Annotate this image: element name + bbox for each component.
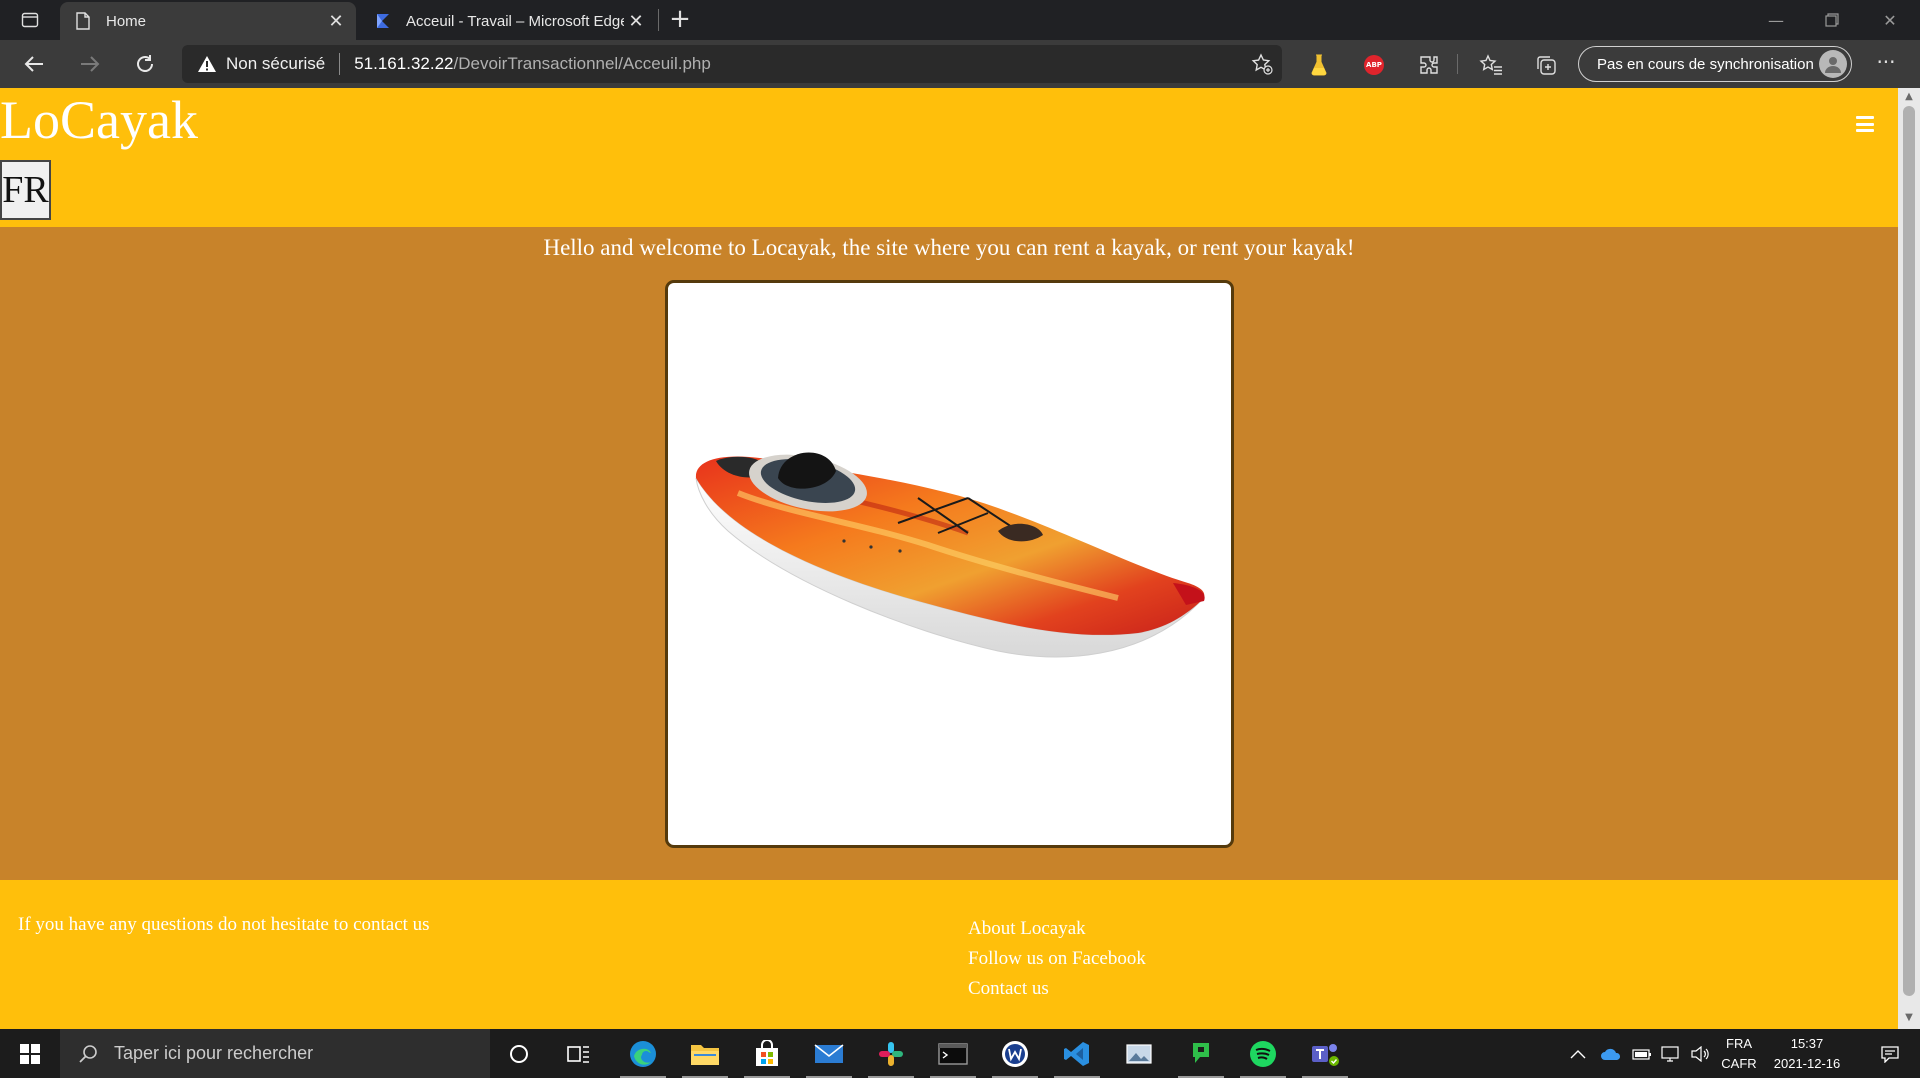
tab-divider xyxy=(658,9,659,31)
forward-button[interactable] xyxy=(72,48,108,80)
contact-link[interactable]: Contact us xyxy=(968,974,1146,1004)
close-tab-icon[interactable]: ✕ xyxy=(324,9,348,33)
scroll-down-icon[interactable]: ▼ xyxy=(1903,1012,1915,1024)
collections-icon[interactable] xyxy=(1533,52,1559,78)
search-placeholder: Taper ici pour rechercher xyxy=(114,1043,314,1063)
mail-icon[interactable] xyxy=(800,1029,858,1078)
tab-title: Acceuil - Travail – Microsoft Edge xyxy=(406,12,624,30)
volume-icon[interactable] xyxy=(1690,1029,1710,1078)
word-icon[interactable] xyxy=(986,1029,1044,1078)
profile-sync-button[interactable]: Pas en cours de synchronisation xyxy=(1578,46,1852,82)
kayak-illustration xyxy=(695,452,1205,658)
flask-icon[interactable] xyxy=(1306,52,1332,78)
edge-icon[interactable] xyxy=(614,1029,672,1078)
restore-icon[interactable] xyxy=(1804,0,1860,40)
address-bar[interactable]: Non sécurisé 51.161.32.22 /DevoirTransac… xyxy=(182,45,1282,83)
extensions-icon[interactable] xyxy=(1416,52,1442,78)
warning-icon[interactable] xyxy=(196,53,218,75)
site-logo[interactable]: LoCayak xyxy=(0,90,198,150)
welcome-text: Hello and welcome to Locayak, the site w… xyxy=(543,235,1355,260)
file-explorer-icon[interactable] xyxy=(676,1029,734,1078)
page-icon xyxy=(74,12,92,30)
clock[interactable]: 15:37 2021-12-16 xyxy=(1752,1034,1862,1074)
sync-label: Pas en cours de synchronisation xyxy=(1597,55,1814,73)
slack-icon[interactable] xyxy=(862,1029,920,1078)
clock-time: 15:37 xyxy=(1790,1036,1824,1051)
forward-arrow-icon xyxy=(81,56,100,72)
hamburger-menu-icon[interactable] xyxy=(1856,116,1874,132)
tab-acceuil[interactable]: Acceuil - Travail – Microsoft Edge ✕ xyxy=(360,2,656,40)
refresh-icon xyxy=(137,55,153,72)
onedrive-icon[interactable] xyxy=(1600,1029,1622,1078)
scroll-up-icon[interactable]: ▲ xyxy=(1903,91,1915,103)
clock-date: 2021-12-16 xyxy=(1773,1056,1841,1071)
close-tab-icon[interactable]: ✕ xyxy=(624,9,648,33)
kayak-image xyxy=(665,280,1234,848)
url-host: 51.161.32.22 xyxy=(354,54,454,73)
windows-taskbar: Taper ici pour rechercher FRA CAFR 15:37… xyxy=(0,1029,1920,1078)
network-icon[interactable] xyxy=(1660,1029,1682,1078)
refresh-button[interactable] xyxy=(127,48,163,80)
vertical-scrollbar[interactable]: ▲ ▼ xyxy=(1898,88,1920,1029)
search-icon xyxy=(76,1042,100,1066)
language-button[interactable]: FR xyxy=(0,160,51,220)
tab-actions-button[interactable] xyxy=(12,8,48,32)
photos-icon[interactable] xyxy=(1110,1029,1168,1078)
back-arrow-icon xyxy=(24,56,43,72)
terminal-icon[interactable] xyxy=(924,1029,982,1078)
store-icon[interactable] xyxy=(738,1029,796,1078)
cortana-icon[interactable] xyxy=(490,1029,548,1078)
facebook-link[interactable]: Follow us on Facebook xyxy=(968,944,1146,974)
battery-icon[interactable] xyxy=(1632,1029,1652,1078)
page-viewport: LoCayak FR Hello and welcome to Locayak,… xyxy=(0,88,1898,1029)
scrollbar-thumb[interactable] xyxy=(1903,106,1915,996)
browser-toolbar: Non sécurisé 51.161.32.22 /DevoirTransac… xyxy=(0,40,1920,88)
back-button[interactable] xyxy=(16,48,52,80)
footer-links: About Locayak Follow us on Facebook Cont… xyxy=(968,914,1146,1004)
minimize-icon[interactable]: — xyxy=(1748,0,1804,40)
close-window-icon[interactable]: ✕ xyxy=(1862,0,1918,40)
add-favorite-icon[interactable] xyxy=(1250,52,1274,76)
site-footer: If you have any questions do not hesitat… xyxy=(0,880,1898,1029)
contact-text: If you have any questions do not hesitat… xyxy=(18,914,430,935)
spotify-icon[interactable] xyxy=(1234,1029,1292,1078)
about-link[interactable]: About Locayak xyxy=(968,914,1146,944)
security-label[interactable]: Non sécurisé xyxy=(226,54,325,74)
tab-actions-icon xyxy=(21,12,39,28)
app-green-icon[interactable] xyxy=(1172,1029,1230,1078)
site-header: LoCayak FR xyxy=(0,88,1898,227)
tab-bar: Home ✕ Acceuil - Travail – Microsoft Edg… xyxy=(0,0,1920,40)
site-favicon-icon xyxy=(374,12,392,30)
start-button[interactable] xyxy=(0,1029,60,1078)
notifications-icon[interactable] xyxy=(1864,1029,1916,1078)
task-view-icon[interactable] xyxy=(550,1029,608,1078)
adblock-plus-icon[interactable]: ABP xyxy=(1361,52,1387,78)
new-tab-icon[interactable]: + xyxy=(666,6,694,34)
address-divider xyxy=(339,53,341,75)
show-hidden-icons-icon[interactable] xyxy=(1570,1029,1586,1078)
favorites-icon[interactable] xyxy=(1478,52,1504,78)
windows-logo-icon xyxy=(20,1043,40,1064)
teams-icon[interactable] xyxy=(1296,1029,1354,1078)
more-options-icon[interactable]: ··· xyxy=(1866,52,1906,78)
toolbar-divider xyxy=(1457,54,1458,74)
url-path: /DevoirTransactionnel/Acceuil.php xyxy=(453,54,711,73)
tab-title: Home xyxy=(106,12,147,30)
tab-home[interactable]: Home ✕ xyxy=(60,2,356,40)
taskbar-search[interactable]: Taper ici pour rechercher xyxy=(60,1029,490,1078)
avatar xyxy=(1819,50,1847,78)
vscode-icon[interactable] xyxy=(1048,1029,1106,1078)
